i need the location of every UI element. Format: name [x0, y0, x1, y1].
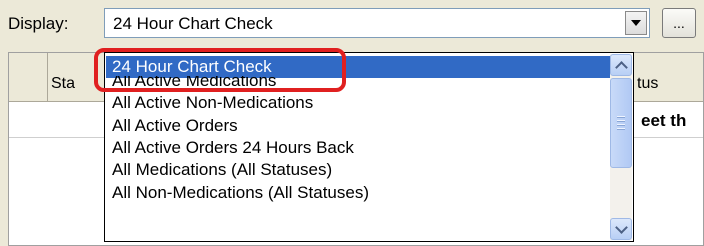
- scroll-down-button[interactable]: [610, 218, 632, 240]
- grip-icon: [617, 128, 625, 130]
- dropdown-option[interactable]: All Active Orders: [106, 115, 610, 137]
- dropdown-option[interactable]: All Active Orders 24 Hours Back: [106, 137, 610, 159]
- dropdown-option[interactable]: All Medications (All Statuses): [106, 159, 610, 181]
- scrollbar-thumb[interactable]: [610, 78, 632, 168]
- column-header-status[interactable]: tus: [637, 75, 658, 93]
- dropdown-option[interactable]: All Active Non-Medications: [106, 92, 610, 114]
- grip-icon: [617, 116, 625, 118]
- chevron-down-icon: [614, 220, 628, 234]
- display-combobox-value: 24 Hour Chart Check: [113, 14, 273, 33]
- grid-row-text: eet th: [641, 111, 687, 130]
- grip-icon: [617, 124, 625, 126]
- highlight-annotation: [94, 48, 346, 92]
- combobox-dropdown-button[interactable]: [625, 11, 647, 35]
- display-combobox[interactable]: 24 Hour Chart Check: [104, 8, 650, 38]
- display-label: Display:: [8, 14, 69, 33]
- grip-icon: [617, 120, 625, 122]
- dropdown-scrollbar[interactable]: [610, 54, 632, 240]
- chevron-up-icon: [614, 60, 628, 74]
- dropdown-option[interactable]: All Non-Medications (All Statuses): [106, 182, 610, 204]
- scroll-up-button[interactable]: [610, 54, 632, 76]
- chevron-down-icon: [631, 20, 641, 26]
- ellipsis-button[interactable]: ...: [662, 8, 696, 38]
- column-header-start[interactable]: Sta: [51, 75, 75, 93]
- grid-selector-column-header[interactable]: [9, 53, 48, 101]
